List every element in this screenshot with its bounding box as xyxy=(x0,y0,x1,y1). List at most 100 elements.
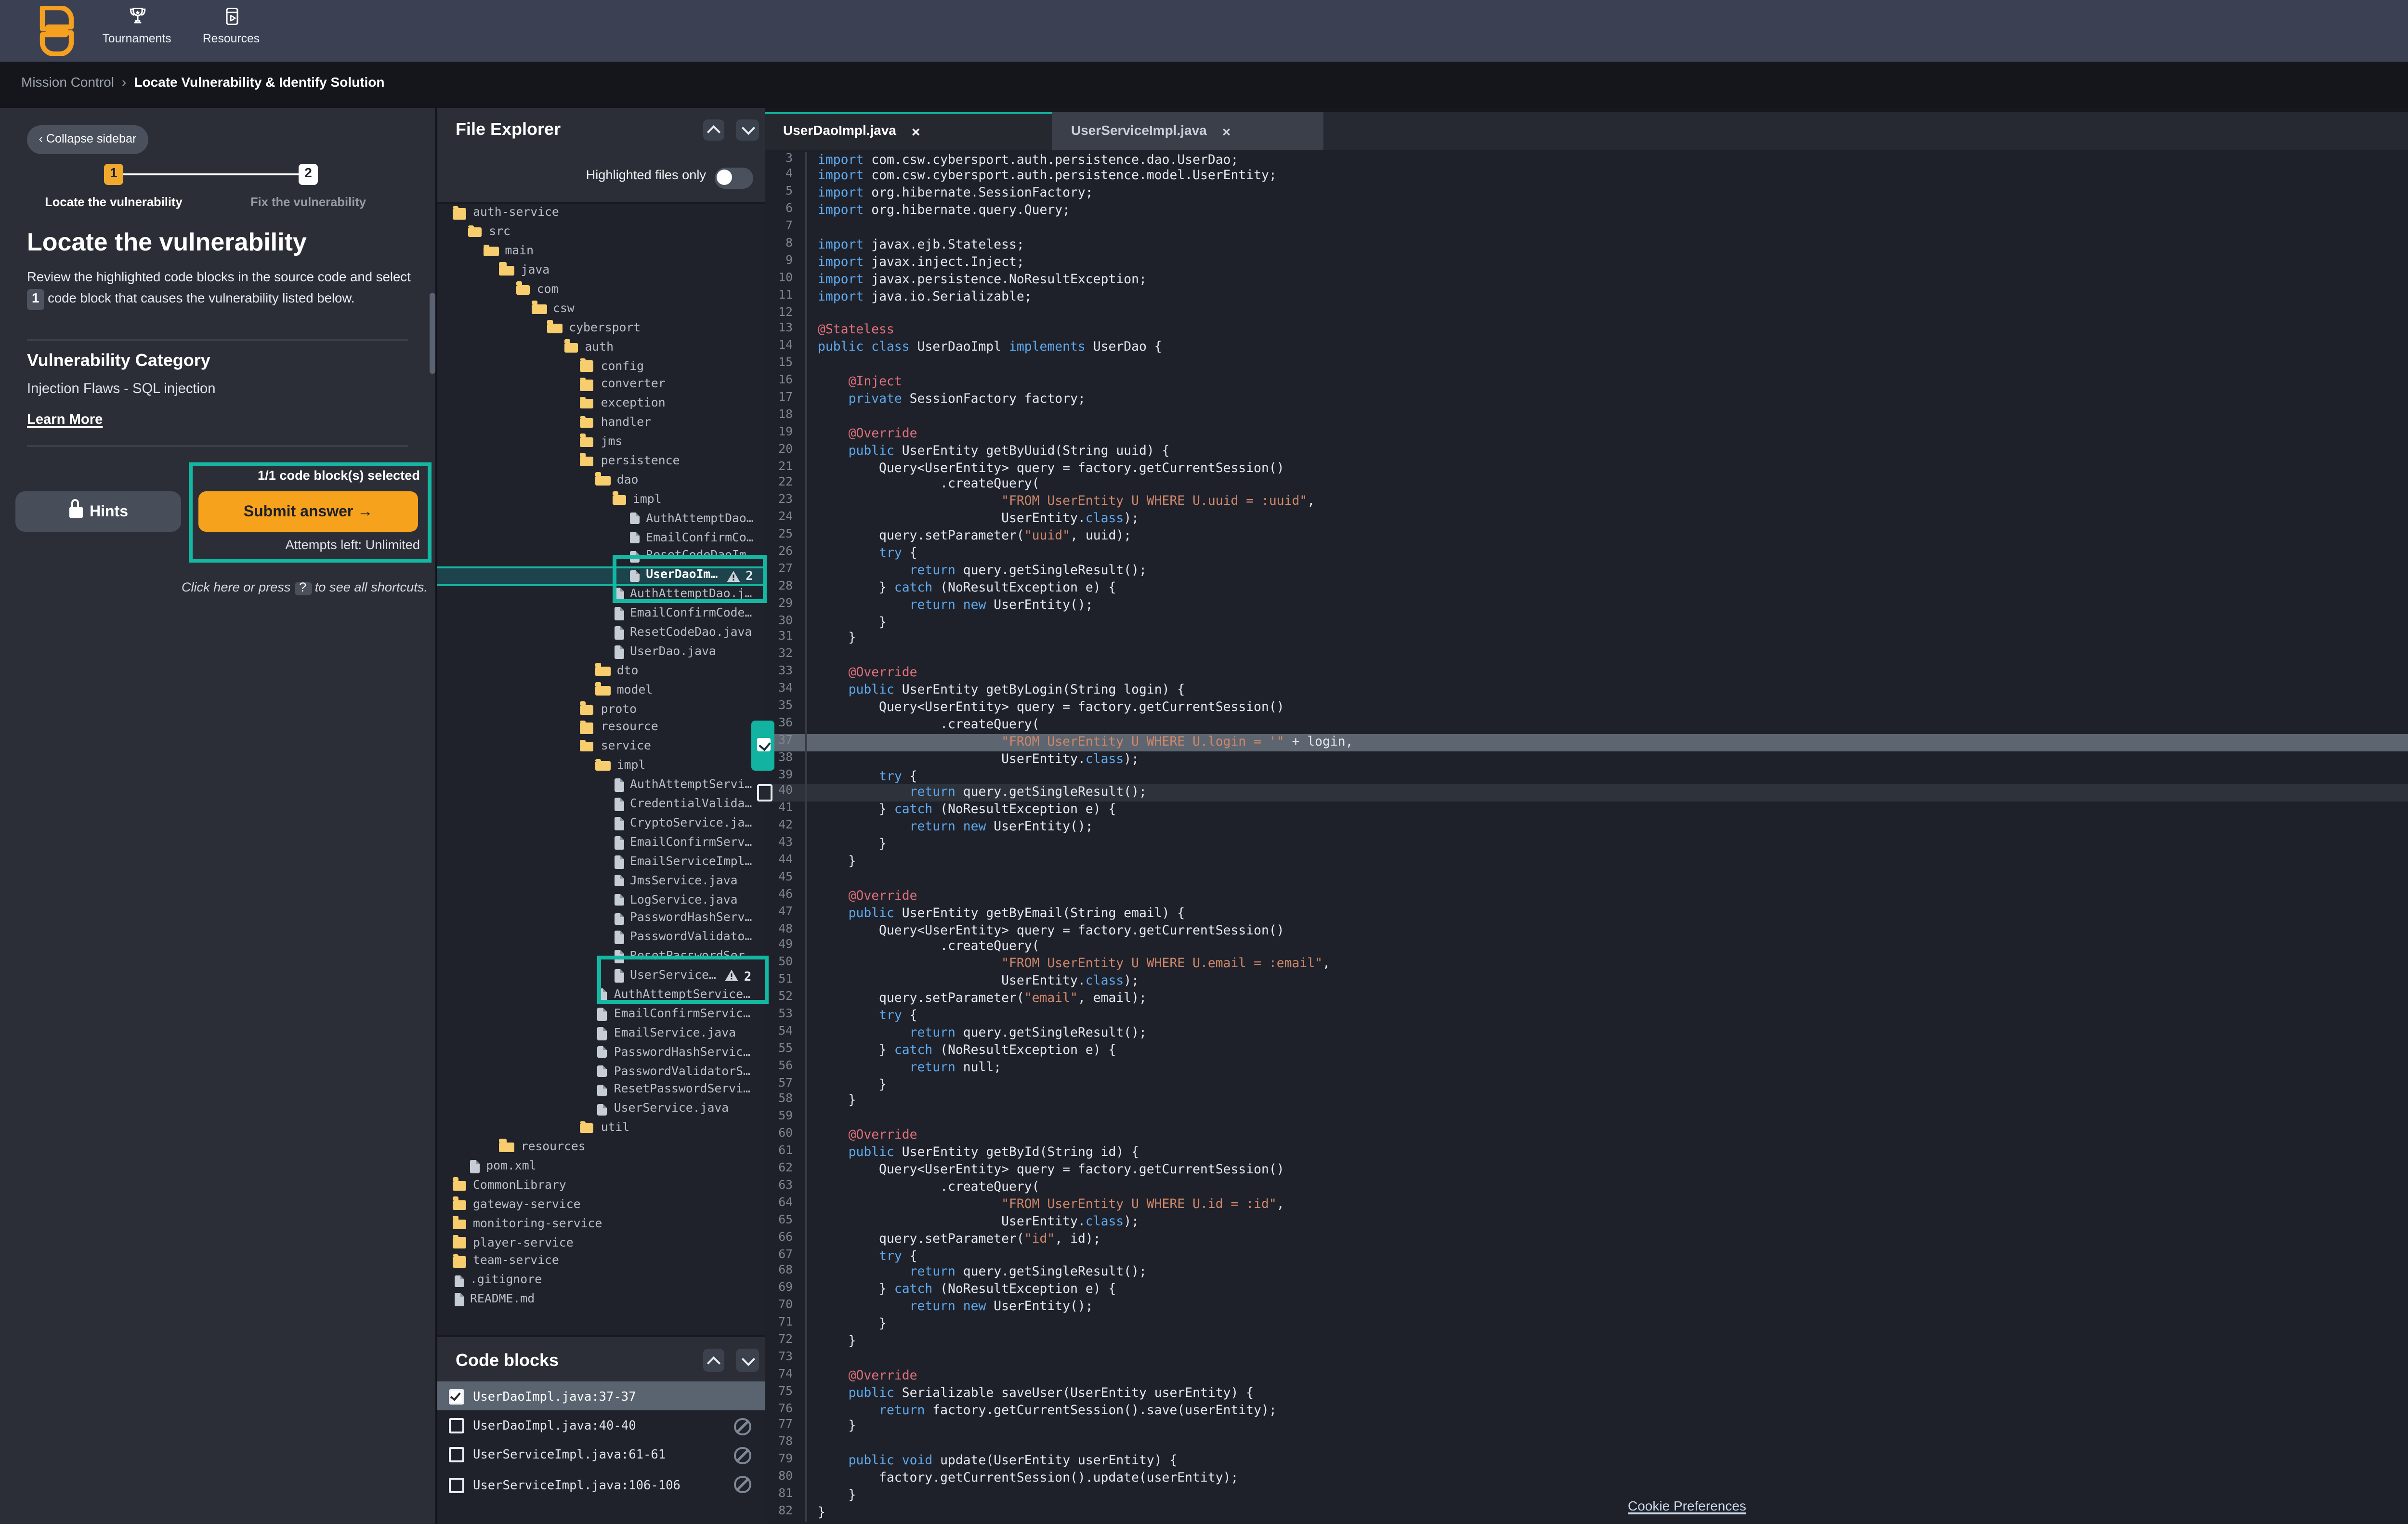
tree-item-auth[interactable]: auth xyxy=(436,338,764,357)
code-block-item[interactable]: UserDaoImpl.java:40-40 xyxy=(436,1411,764,1441)
line-number: 17 xyxy=(764,391,798,408)
shortcuts-hint[interactable]: Click here or press ? to see all shortcu… xyxy=(0,582,428,595)
tree-item-authattemptservi[interactable]: AuthAttemptServi… xyxy=(436,776,764,795)
learn-more-link[interactable]: Learn More xyxy=(27,409,103,427)
line-number: 82 xyxy=(764,1504,798,1522)
step-2-label: Fix the vulnerability xyxy=(231,197,385,210)
tree-item-service[interactable]: service xyxy=(436,738,764,757)
tab-userdaoimpl[interactable]: UserDaoImpl.java × xyxy=(764,112,1052,150)
tree-item-resetpasswordser[interactable]: ResetPasswordSer… xyxy=(436,947,764,967)
code-block-item[interactable]: UserServiceImpl.java:61-61 xyxy=(436,1441,764,1471)
tree-item-emailconfirmserv[interactable]: EmailConfirmServ… xyxy=(436,833,764,853)
nav-resources[interactable]: Resources xyxy=(183,6,279,56)
tree-item-userservice.java[interactable]: UserService.java xyxy=(436,1100,764,1119)
tree-item-auth-service[interactable]: auth-service xyxy=(436,204,764,223)
tree-item-userservice[interactable]: UserService…2 xyxy=(436,967,764,986)
submit-answer-button[interactable]: Submit answer → xyxy=(198,491,418,532)
line-content xyxy=(807,220,818,237)
tree-item-com[interactable]: com xyxy=(436,280,764,300)
tree-item-readme.md[interactable]: README.md xyxy=(436,1290,764,1310)
tree-item-csw[interactable]: csw xyxy=(436,300,764,319)
tree-item-authattemptdao.j[interactable]: AuthAttemptDao.j… xyxy=(436,585,764,604)
tree-item-emailconfirmco[interactable]: EmailConfirmCo… xyxy=(436,528,764,548)
tree-item-passwordvalidators[interactable]: PasswordValidatorS… xyxy=(436,1062,764,1081)
gutter-divider xyxy=(798,1385,807,1402)
nav-tournaments[interactable]: Tournaments xyxy=(77,6,196,56)
tree-item-jms[interactable]: jms xyxy=(436,433,764,452)
tree-item-logservice.java[interactable]: LogService.java xyxy=(436,890,764,909)
explorer-prev-button[interactable] xyxy=(703,118,725,141)
tree-item-handler[interactable]: handler xyxy=(436,414,764,433)
tree-item-main[interactable]: main xyxy=(436,242,764,262)
tree-item-model[interactable]: model xyxy=(436,681,764,700)
sidebar-scrollbar[interactable] xyxy=(429,293,435,374)
tree-item-emailconfirmservic[interactable]: EmailConfirmServic… xyxy=(436,1005,764,1024)
tree-item-pom.xml[interactable]: pom.xml xyxy=(436,1157,764,1176)
tree-item-java[interactable]: java xyxy=(436,262,764,281)
tree-item-exception[interactable]: exception xyxy=(436,395,764,414)
tree-item-resetcodedaoim[interactable]: ResetCodeDaoIm… xyxy=(436,547,764,566)
tree-item-jmsservice.java[interactable]: JmsService.java xyxy=(436,871,764,891)
tree-item-emailconfirmcode[interactable]: EmailConfirmCode… xyxy=(436,604,764,624)
explorer-next-button[interactable] xyxy=(736,118,759,141)
checkbox-unchecked-icon[interactable] xyxy=(448,1477,463,1493)
tree-item-authattemptdao[interactable]: AuthAttemptDao… xyxy=(436,509,764,528)
tree-item-credentialvalida[interactable]: CredentialValida… xyxy=(436,795,764,814)
tree-item-passwordvalidato[interactable]: PasswordValidato… xyxy=(436,928,764,947)
tree-item-userdaoim[interactable]: UserDaoIm…2 xyxy=(436,566,764,586)
tree-item-proto[interactable]: proto xyxy=(436,700,764,719)
tree-item-cryptoservice.ja[interactable]: CryptoService.ja… xyxy=(436,814,764,833)
tree-item-resource[interactable]: resource xyxy=(436,719,764,738)
tree-item-authattemptservice[interactable]: AuthAttemptService… xyxy=(436,985,764,1005)
line-37-checkbox-container[interactable] xyxy=(752,720,775,770)
tree-item-resetpasswordservi[interactable]: ResetPasswordServi… xyxy=(436,1081,764,1100)
tree-item-.gitignore[interactable]: .gitignore xyxy=(436,1272,764,1291)
tab-userserviceimpl[interactable]: UserServiceImpl.java × xyxy=(1052,112,1323,150)
tree-item-label: UserDaoIm… xyxy=(646,569,718,582)
hints-button[interactable]: Hints xyxy=(15,491,181,532)
folder-icon xyxy=(452,1200,466,1210)
folder-icon xyxy=(563,342,578,352)
tree-item-persistence[interactable]: persistence xyxy=(436,452,764,471)
tree-item-commonlibrary[interactable]: CommonLibrary xyxy=(436,1176,764,1196)
tree-item-resources[interactable]: resources xyxy=(436,1138,764,1157)
checkbox-unchecked-icon[interactable] xyxy=(448,1418,463,1433)
tree-item-gateway-service[interactable]: gateway-service xyxy=(436,1195,764,1214)
tree-item-passwordhashservic[interactable]: PasswordHashServic… xyxy=(436,1043,764,1062)
tree-item-dto[interactable]: dto xyxy=(436,662,764,681)
close-tab-icon[interactable]: × xyxy=(1222,122,1231,140)
tree-item-src[interactable]: src xyxy=(436,223,764,243)
folder-icon xyxy=(596,475,610,486)
step-1-indicator: 1 xyxy=(104,163,123,184)
tree-item-resetcodedao.java[interactable]: ResetCodeDao.java xyxy=(436,623,764,643)
tree-item-util[interactable]: util xyxy=(436,1119,764,1138)
line-40-checkbox[interactable] xyxy=(756,785,772,801)
tree-item-passwordhashserv[interactable]: PasswordHashServ… xyxy=(436,909,764,929)
tree-item-dao[interactable]: dao xyxy=(436,471,764,490)
line-37-checkbox[interactable] xyxy=(757,738,770,751)
tree-item-config[interactable]: config xyxy=(436,357,764,376)
tree-item-player-service[interactable]: player-service xyxy=(436,1233,764,1252)
tree-item-emailserviceimpl[interactable]: EmailServiceImpl… xyxy=(436,852,764,871)
tree-item-team-service[interactable]: team-service xyxy=(436,1252,764,1272)
cookie-preferences-link[interactable]: Cookie Preferences xyxy=(1628,1501,1746,1514)
checkbox-checked-icon[interactable] xyxy=(448,1389,463,1404)
collapse-sidebar-button[interactable]: ‹ Collapse sidebar xyxy=(27,125,148,154)
brand-logo-icon[interactable] xyxy=(33,6,75,56)
code-blocks-next-button[interactable] xyxy=(736,1349,759,1371)
close-tab-icon[interactable]: × xyxy=(912,123,920,141)
tree-item-userdao.java[interactable]: UserDao.java xyxy=(436,643,764,662)
code-block-item[interactable]: UserServiceImpl.java:106-106 xyxy=(436,1471,764,1500)
line-content: UserEntity.class); xyxy=(807,751,1139,768)
code-block-item[interactable]: UserDaoImpl.java:37-37 xyxy=(436,1381,764,1411)
tree-item-emailservice.java[interactable]: EmailService.java xyxy=(436,1024,764,1043)
tree-item-impl[interactable]: impl xyxy=(436,757,764,776)
checkbox-unchecked-icon[interactable] xyxy=(448,1448,463,1463)
tree-item-cybersport[interactable]: cybersport xyxy=(436,318,764,338)
code-blocks-prev-button[interactable] xyxy=(703,1349,725,1371)
breadcrumb-root[interactable]: Mission Control xyxy=(21,77,114,91)
tree-item-monitoring-service[interactable]: monitoring-service xyxy=(436,1214,764,1234)
tree-item-converter[interactable]: converter xyxy=(436,376,764,395)
tree-item-impl[interactable]: impl xyxy=(436,490,764,509)
highlighted-files-toggle[interactable] xyxy=(714,167,752,188)
